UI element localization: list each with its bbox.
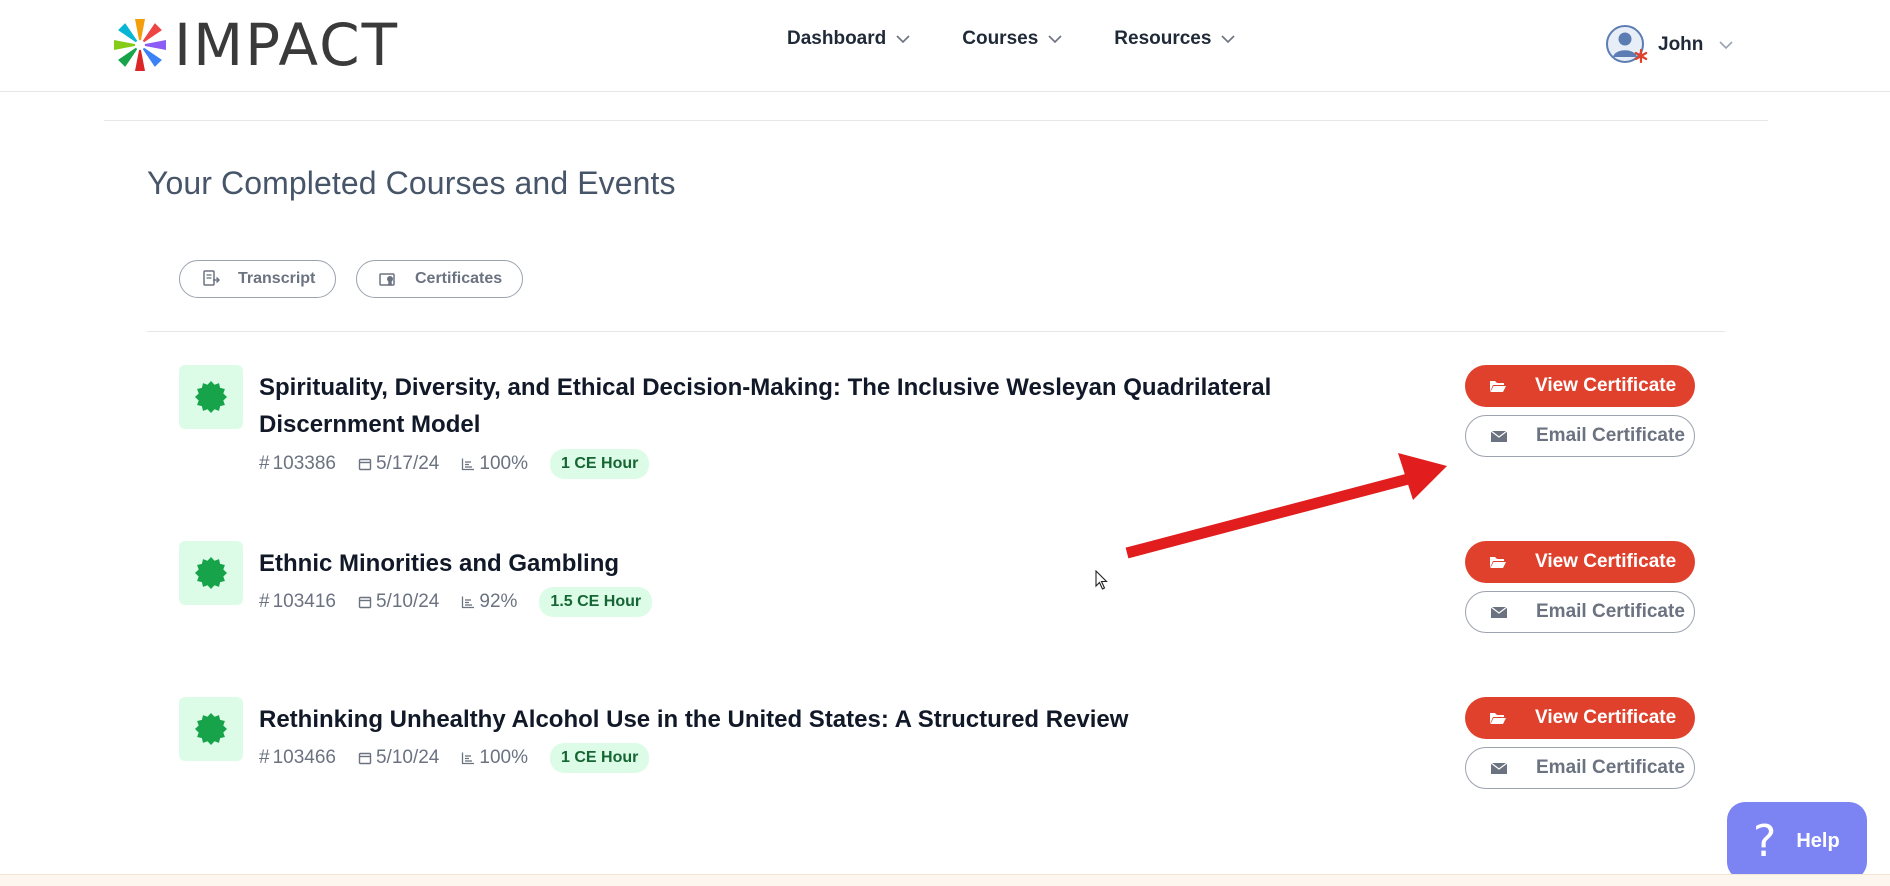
footer-strip [0,874,1890,886]
view-certificate-button[interactable]: View Certificate [1465,365,1695,407]
course-id-value: 103386 [272,453,336,474]
course-title[interactable]: Ethnic Minorities and Gambling [259,545,1419,582]
help-button[interactable]: ? Help [1727,802,1867,880]
hash-icon: # [259,591,270,612]
ce-hours-badge: 1 CE Hour [550,743,650,773]
bar-chart-icon [462,458,475,471]
course-score-value: 100% [479,453,528,474]
course-meta: #103386 5/17/24 100% 1 CE Hour [259,449,650,479]
folder-open-icon [1490,381,1506,392]
seal-badge-icon [195,713,227,745]
course-title[interactable]: Rethinking Unhealthy Alcohol Use in the … [259,701,1419,738]
chevron-down-icon [1221,35,1236,44]
view-certificate-button[interactable]: View Certificate [1465,541,1695,583]
course-date: 5/10/24 [358,747,439,769]
course-date-value: 5/10/24 [375,591,440,612]
envelope-icon [1490,762,1508,774]
certificates-label: Certificates [415,270,503,287]
completion-badge [179,541,243,605]
envelope-icon [1490,606,1508,618]
mouse-cursor-icon [1095,570,1108,590]
envelope-icon [1490,430,1508,442]
course-id: #103416 [259,591,336,613]
chevron-down-icon [896,35,910,44]
export-document-icon [203,270,220,286]
bar-chart-icon [462,596,475,609]
hash-icon: # [259,747,270,768]
course-date-value: 5/17/24 [375,453,440,474]
brand-name: IMPACT [174,11,399,79]
course-score: 100% [461,747,528,769]
starburst-logo-icon [114,19,166,71]
email-certificate-label: Email Certificate [1536,425,1685,446]
seal-badge-icon [195,381,227,413]
course-meta: #103466 5/10/24 100% 1 CE Hour [259,743,650,773]
list-divider [147,331,1725,332]
course-id-value: 103466 [272,747,336,768]
chevron-down-icon [1719,41,1733,50]
chevron-down-icon [1048,35,1062,44]
top-navigation-bar: IMPACT Dashboard Courses Resources John [0,0,1890,92]
nav-dashboard-label: Dashboard [787,28,887,49]
nav-resources[interactable]: Resources [1114,28,1236,50]
user-avatar-icon [1606,25,1648,64]
calendar-icon [358,458,372,471]
user-menu[interactable]: John [1606,24,1733,66]
certificates-button[interactable]: Certificates [356,260,524,298]
course-date-value: 5/10/24 [375,747,440,768]
folder-open-icon [1490,557,1506,568]
seal-badge-icon [195,557,227,589]
nav-dashboard[interactable]: Dashboard [787,28,910,50]
email-certificate-button[interactable]: Email Certificate [1465,591,1695,633]
nav-courses[interactable]: Courses [962,28,1062,50]
ce-hours-badge: 1 CE Hour [550,449,650,479]
course-id: #103466 [259,747,336,769]
bar-chart-icon [462,752,475,765]
email-certificate-label: Email Certificate [1536,601,1685,622]
course-score: 100% [461,453,528,475]
help-label: Help [1796,829,1840,852]
course-score-value: 100% [479,747,528,768]
transcript-label: Transcript [238,270,316,287]
view-certificate-label: View Certificate [1535,551,1677,572]
transcript-button[interactable]: Transcript [179,260,337,298]
folder-open-icon [1490,713,1506,724]
course-score: 92% [461,591,517,613]
calendar-icon [358,752,372,765]
brand-logo[interactable]: IMPACT [112,16,399,74]
nav-resources-label: Resources [1114,28,1212,49]
email-certificate-button[interactable]: Email Certificate [1465,747,1695,789]
course-id-value: 103416 [272,591,336,612]
course-date: 5/10/24 [358,591,439,613]
course-title[interactable]: Spirituality, Diversity, and Ethical Dec… [259,369,1419,443]
nav-courses-label: Courses [962,28,1039,49]
view-certificate-label: View Certificate [1535,707,1677,728]
course-score-value: 92% [479,591,518,612]
completion-badge [179,697,243,761]
ce-hours-badge: 1.5 CE Hour [539,587,653,617]
main-nav: Dashboard Courses Resources [787,28,1287,50]
section-divider [104,120,1768,121]
question-mark-icon: ? [1753,815,1777,867]
user-name: John [1658,34,1704,55]
course-meta: #103416 5/10/24 92% 1.5 CE Hour [259,587,653,617]
course-id: #103386 [259,453,336,475]
view-certificate-button[interactable]: View Certificate [1465,697,1695,739]
course-date: 5/17/24 [358,453,439,475]
completion-badge [179,365,243,429]
view-certificate-label: View Certificate [1535,375,1677,396]
email-certificate-button[interactable]: Email Certificate [1465,415,1695,457]
calendar-icon [358,596,372,609]
page-title: Your Completed Courses and Events [147,165,676,201]
certificate-icon [379,273,395,286]
hash-icon: # [259,453,270,474]
email-certificate-label: Email Certificate [1536,757,1685,778]
